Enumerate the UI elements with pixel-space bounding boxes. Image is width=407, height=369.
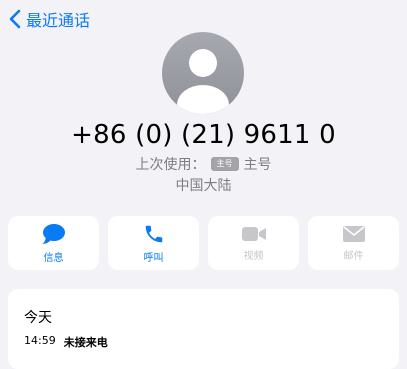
- sim-badge: 主号: [210, 157, 239, 171]
- phone-number: +86 (0) (21) 9611 0: [71, 120, 336, 150]
- last-used-label: 上次使用：: [135, 157, 206, 173]
- action-bar: 信息 呼叫 视频 邮件: [8, 216, 399, 270]
- mail-label: 邮件: [343, 250, 364, 262]
- message-button[interactable]: 信息: [8, 216, 99, 270]
- avatar: [162, 32, 244, 114]
- message-icon: [42, 223, 65, 244]
- mail-icon: [342, 225, 365, 242]
- call-history-card: 今天 14:59 未接来电: [8, 289, 399, 369]
- history-date-heading: 今天: [24, 310, 52, 326]
- call-history-row: 14:59 未接来电: [24, 334, 108, 350]
- message-label: 信息: [43, 252, 64, 264]
- video-label: 视频: [243, 250, 264, 262]
- back-label: 最近通话: [26, 11, 91, 30]
- video-icon: [241, 226, 266, 241]
- chevron-left-icon: [8, 9, 22, 29]
- call-status: 未接来电: [63, 336, 108, 349]
- call-button[interactable]: 呼叫: [108, 216, 199, 270]
- back-button[interactable]: 最近通话: [8, 7, 90, 31]
- last-used-line: 上次使用： 主号 主号: [0, 154, 407, 174]
- person-icon: [177, 49, 229, 114]
- call-time: 14:59: [24, 334, 56, 347]
- phone-icon: [145, 225, 162, 242]
- region-label: 中国大陆: [175, 178, 232, 194]
- video-button[interactable]: 视频: [208, 216, 299, 270]
- call-label: 呼叫: [143, 252, 164, 264]
- mail-button[interactable]: 邮件: [308, 216, 399, 270]
- sim-name: 主号: [243, 157, 272, 173]
